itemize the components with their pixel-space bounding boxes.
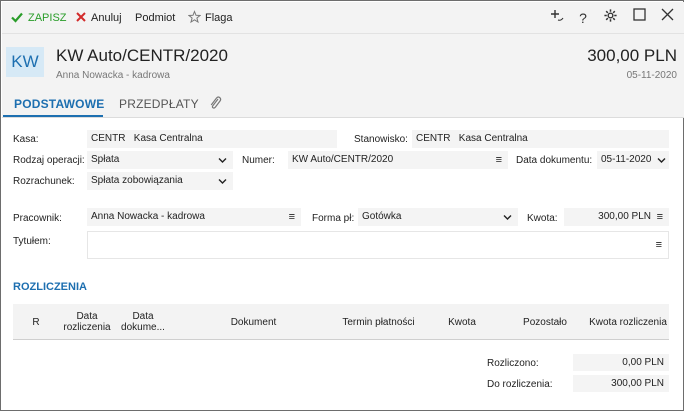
data-dokumentu-label: Data dokumentu: xyxy=(516,155,593,166)
forma-platnosci-label: Forma pł: xyxy=(312,213,355,224)
stanowisko-label: Stanowisko: xyxy=(354,134,408,145)
cancel-label: Anuluj xyxy=(91,12,122,24)
data-dokumentu-picker[interactable]: 05-11-2020 xyxy=(597,151,669,169)
document-header: KW KW Auto/CENTR/2020 Anna Nowacka - kad… xyxy=(2,34,684,89)
column-header[interactable]: Kwota rozliczenia xyxy=(587,304,669,340)
active-tab-indicator xyxy=(3,115,103,117)
column-header[interactable]: Kwota xyxy=(421,304,503,340)
document-type-badge: KW xyxy=(6,47,44,77)
rozrachunek-select[interactable]: Spłata zobowiązania xyxy=(87,172,233,190)
stanowisko-field: CENTR Kasa Centralna xyxy=(412,130,669,148)
column-header[interactable]: Dokument xyxy=(171,304,336,340)
document-amount: 300,00 PLN xyxy=(587,46,677,65)
close-icon xyxy=(75,10,87,29)
rozliczono-value: 0,00 PLN xyxy=(573,354,669,371)
flag-button[interactable]: Flaga xyxy=(187,10,233,29)
forma-platnosci-value: Gotówka xyxy=(362,211,402,222)
do-rozliczenia-label: Do rozliczenia: xyxy=(487,379,553,390)
help-icon[interactable]: ? xyxy=(573,8,593,28)
stanowisko-code: CENTR xyxy=(416,133,451,144)
rodzaj-operacji-label: Rodzaj operacji: xyxy=(13,155,85,166)
save-button[interactable]: ZAPISZ xyxy=(10,10,67,26)
tab-bar: PODSTAWOWE PRZEDPŁATY xyxy=(2,89,684,118)
toolbar: ZAPISZ Anuluj Podmiot Flaga ? xyxy=(2,2,684,34)
column-header[interactable]: Termin płatności xyxy=(336,304,421,340)
checkmark-icon xyxy=(10,10,24,29)
menu-icon[interactable]: ≡ xyxy=(656,236,662,254)
rozliczono-label: Rozliczono: xyxy=(487,358,539,369)
menu-icon[interactable]: ≡ xyxy=(657,208,663,226)
tab-podstawowe[interactable]: PODSTAWOWE xyxy=(14,97,104,111)
add-related-icon[interactable] xyxy=(547,8,567,28)
rodzaj-operacji-value: Spłata xyxy=(91,154,120,165)
document-title: KW Auto/CENTR/2020 xyxy=(56,46,228,65)
kasa-name: Kasa Centralna xyxy=(133,133,203,144)
subject-label: Podmiot xyxy=(135,12,176,24)
kasa-code: CENTR xyxy=(91,133,126,144)
save-label: ZAPISZ xyxy=(28,12,67,24)
tab-attachments[interactable] xyxy=(208,95,222,113)
close-window-icon[interactable] xyxy=(657,8,677,28)
rozliczenia-table-header: R Data rozliczenia Data dokume... Dokume… xyxy=(13,304,669,340)
subject-button[interactable]: Podmiot xyxy=(135,10,175,26)
do-rozliczenia-value: 300,00 PLN xyxy=(573,375,669,392)
column-header[interactable]: Data rozliczenia xyxy=(59,304,115,340)
numer-value: KW Auto/CENTR/2020 xyxy=(292,154,394,165)
section-title-rozliczenia: ROZLICZENIA xyxy=(13,281,87,293)
gear-icon[interactable] xyxy=(600,8,620,28)
maximize-icon[interactable] xyxy=(629,8,649,28)
chevron-down-icon xyxy=(503,208,512,233)
column-header[interactable]: R xyxy=(13,304,59,340)
kwota-value: 300,00 PLN xyxy=(598,211,651,222)
stanowisko-name: Kasa Centralna xyxy=(458,133,528,144)
pracownik-label: Pracownik: xyxy=(13,213,62,224)
document-subtitle: Anna Nowacka - kadrowa xyxy=(56,70,170,81)
column-header[interactable]: Data dokume... xyxy=(115,304,171,340)
data-dokumentu-value: 05-11-2020 xyxy=(601,154,652,165)
document-date: 05-11-2020 xyxy=(626,70,677,81)
menu-icon[interactable]: ≡ xyxy=(496,151,502,169)
pracownik-value: Anna Nowacka - kadrowa xyxy=(91,211,205,222)
chevron-down-icon xyxy=(657,151,666,176)
flag-label: Flaga xyxy=(205,12,233,24)
star-icon xyxy=(187,10,202,29)
menu-icon[interactable]: ≡ xyxy=(289,208,295,226)
document-window: ZAPISZ Anuluj Podmiot Flaga ? KW KW Auto… xyxy=(0,0,684,411)
kasa-label: Kasa: xyxy=(13,134,39,145)
numer-label: Numer: xyxy=(242,155,275,166)
kwota-input[interactable]: 300,00 PLN ≡ xyxy=(564,208,669,226)
kasa-field: CENTR Kasa Centralna xyxy=(87,130,337,148)
kwota-label: Kwota: xyxy=(527,213,558,224)
forma-platnosci-select[interactable]: Gotówka xyxy=(358,208,518,226)
rozrachunek-value: Spłata zobowiązania xyxy=(91,175,183,186)
tytulem-label: Tytułem: xyxy=(13,236,51,247)
rodzaj-operacji-select[interactable]: Spłata xyxy=(87,151,233,169)
tab-przedplaty[interactable]: PRZEDPŁATY xyxy=(119,97,199,111)
cancel-button[interactable]: Anuluj xyxy=(75,10,122,26)
rozrachunek-label: Rozrachunek: xyxy=(13,176,75,187)
numer-input[interactable]: KW Auto/CENTR/2020 ≡ xyxy=(288,151,508,169)
pracownik-input[interactable]: Anna Nowacka - kadrowa ≡ xyxy=(87,208,301,226)
tytulem-textarea[interactable]: ≡ xyxy=(87,231,669,259)
paperclip-icon xyxy=(208,96,222,113)
column-header[interactable]: Pozostało xyxy=(503,304,587,340)
chevron-down-icon xyxy=(218,172,227,197)
